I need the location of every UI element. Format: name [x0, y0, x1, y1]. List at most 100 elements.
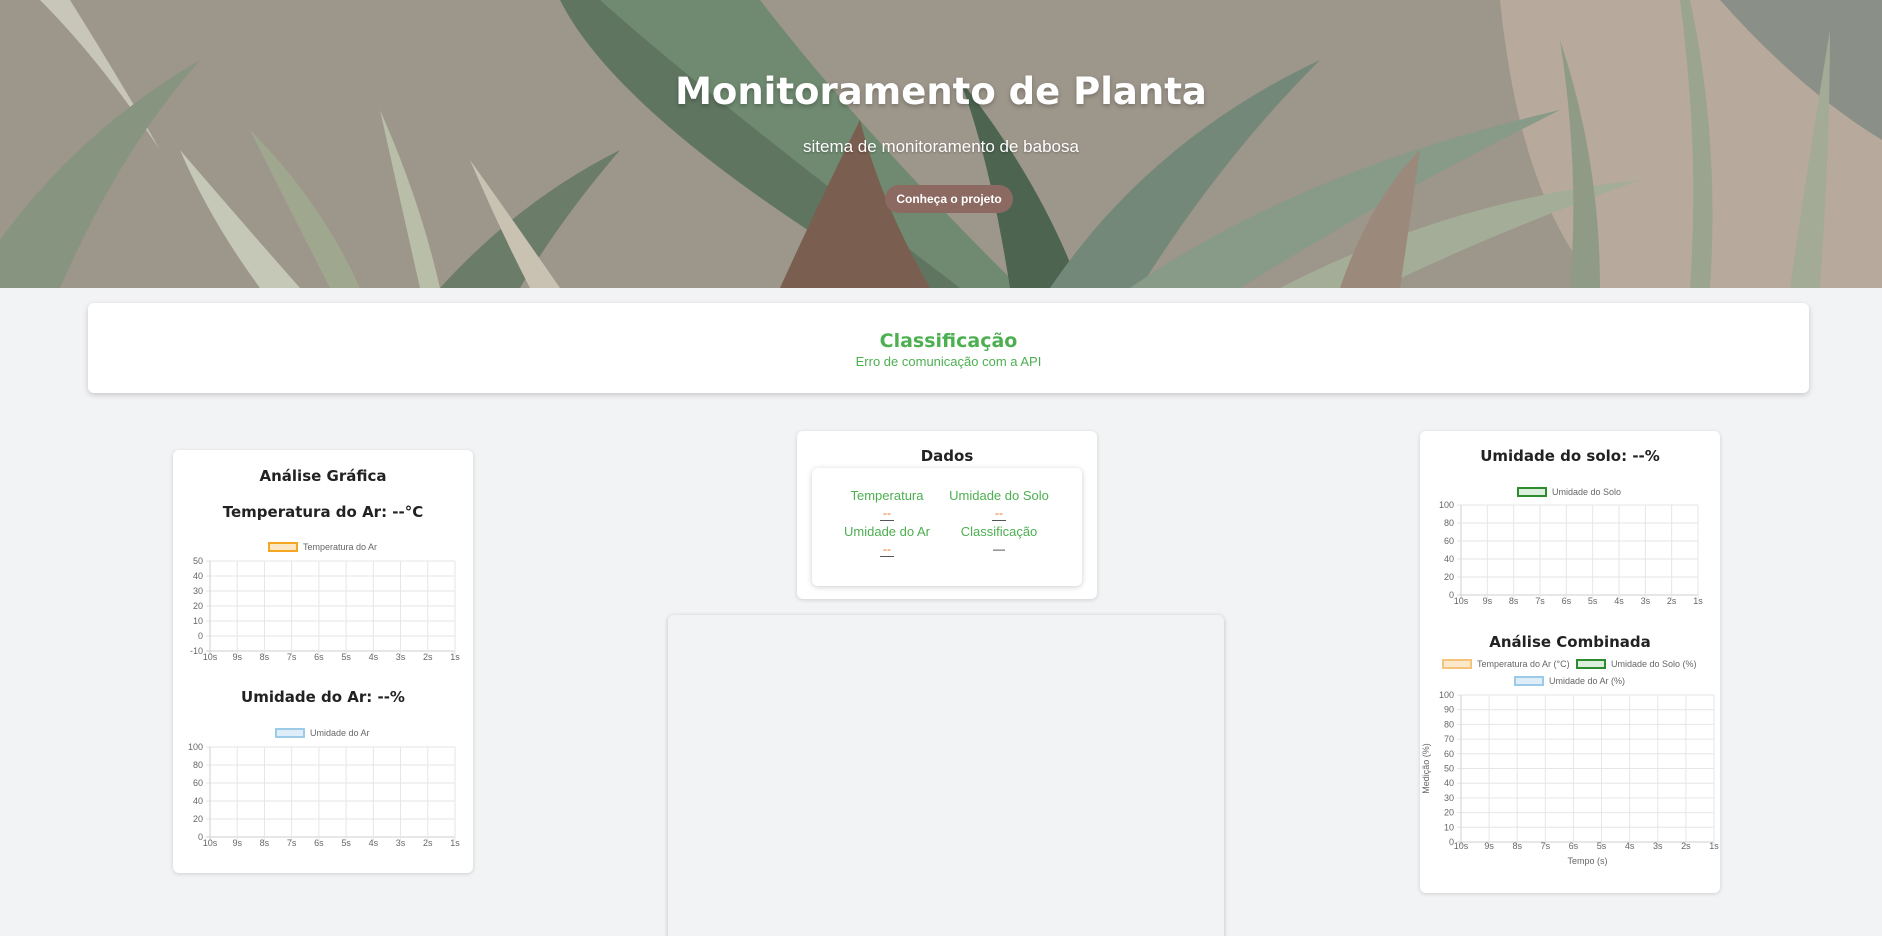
data-card: Dados Temperatura -- Umidade do Solo -- …	[797, 431, 1097, 599]
x-tick-label: 10s	[203, 838, 218, 848]
x-tick-label: 3s	[1653, 841, 1663, 851]
x-tick-label: 1s	[450, 652, 460, 662]
y-tick-label: 50	[1444, 764, 1454, 774]
x-tick-label: 8s	[1509, 596, 1519, 606]
classification-cell: Classificação —	[934, 524, 1064, 558]
soil-humidity-label: Umidade do Solo	[949, 488, 1049, 503]
empty-content-panel	[668, 615, 1224, 936]
y-tick-label: 30	[193, 586, 203, 596]
y-tick-label: 10	[193, 616, 203, 626]
temperature-chart: 50 40 30 20 10 0 -1010s 9s 8s 7s 6s 5s 4s 3s 2s 1s	[190, 556, 460, 662]
x-tick-label: 3s	[1641, 596, 1651, 606]
legend-swatch	[1576, 659, 1606, 669]
legend-swatch	[1514, 676, 1544, 686]
air-humidity-heading: Umidade do Ar: --%	[241, 688, 405, 706]
x-tick-label: 6s	[314, 652, 324, 662]
air-humidity-label: Umidade do Ar	[844, 524, 930, 539]
x-tick-label: 5s	[341, 652, 351, 662]
x-tick-label: 1s	[450, 838, 460, 848]
y-axis-title: Medição (%)	[1421, 743, 1431, 794]
y-tick-label: 40	[193, 796, 203, 806]
y-tick-label: 100	[1439, 500, 1454, 510]
data-grid: Temperatura -- Umidade do Solo -- Umidad…	[812, 468, 1082, 586]
legend-label: Umidade do Ar	[310, 728, 370, 738]
data-title: Dados	[920, 447, 974, 465]
y-tick-label: 10	[1444, 822, 1454, 832]
y-tick-label: 30	[1444, 793, 1454, 803]
chart-grid	[206, 560, 456, 655]
x-tick-label: 9s	[232, 838, 242, 848]
x-tick-label: 6s	[1562, 596, 1572, 606]
page-title: Monitoramento de Planta	[675, 70, 1207, 113]
x-tick-label: 1s	[1709, 841, 1719, 851]
y-tick-label: -10	[190, 646, 203, 656]
legend-soil[interactable]: Umidade do Solo (%)	[1576, 659, 1697, 669]
page-subtitle: sitema de monitoramento de babosa	[803, 137, 1079, 156]
x-tick-label: 10s	[203, 652, 218, 662]
legend-swatch	[1517, 487, 1547, 497]
y-tick-label: 100	[1439, 690, 1454, 700]
classification-panel: Classificação Erro de comunicação com a …	[88, 303, 1809, 393]
y-tick-label: 40	[1444, 554, 1454, 564]
x-tick-label: 9s	[232, 652, 242, 662]
x-tick-label: 5s	[1597, 841, 1607, 851]
chart-grid	[1457, 504, 1699, 599]
legend-label: Umidade do Ar (%)	[1549, 676, 1626, 686]
x-tick-label: 9s	[1484, 841, 1494, 851]
chart-grid	[206, 746, 456, 841]
x-tick-label: 4s	[1614, 596, 1624, 606]
x-tick-label: 4s	[1625, 841, 1635, 851]
y-tick-label: 60	[1444, 536, 1454, 546]
legend-label: Umidade do Solo (%)	[1611, 659, 1697, 669]
classification-title: Classificação	[879, 330, 1018, 352]
x-tick-label: 8s	[1512, 841, 1522, 851]
y-tick-label: 40	[1444, 778, 1454, 788]
legend-swatch	[1442, 659, 1472, 669]
x-tick-label: 7s	[287, 652, 297, 662]
legend-label: Temperatura do Ar	[303, 542, 378, 552]
x-tick-label: 8s	[260, 652, 270, 662]
y-tick-label: 80	[193, 760, 203, 770]
soil-humidity-chart: 10080604020010s 9s 8s 7s 6s 5s 4s 3s 2s 1s	[1439, 500, 1703, 606]
x-tick-label: 3s	[396, 652, 406, 662]
y-tick-label: 60	[1444, 749, 1454, 759]
air-humidity-legend[interactable]: Umidade do Ar	[275, 728, 370, 738]
temperature-heading: Temperatura do Ar: --°C	[222, 503, 424, 521]
x-tick-label: 10s	[1454, 596, 1469, 606]
x-tick-label: 2s	[423, 652, 433, 662]
x-tick-label: 6s	[1569, 841, 1579, 851]
classification-status-message: Erro de comunicação com a API	[855, 354, 1042, 369]
combined-chart: 1009080706050403020100 10s 9s 8s 7s 6s 5s 4s 3s 2…	[1421, 690, 1719, 866]
x-tick-label: 2s	[423, 838, 433, 848]
x-tick-label: 4s	[369, 652, 379, 662]
air-humidity-value: --	[880, 542, 894, 557]
x-tick-label: 9s	[1483, 596, 1493, 606]
x-tick-label: 5s	[1588, 596, 1598, 606]
legend-air[interactable]: Umidade do Ar (%)	[1514, 676, 1625, 686]
y-tick-label: 70	[1444, 734, 1454, 744]
classification-label: Classificação	[960, 524, 1038, 539]
legend-temperature[interactable]: Temperatura do Ar (°C)	[1442, 659, 1570, 669]
x-tick-label: 4s	[369, 838, 379, 848]
x-tick-label: 2s	[1681, 841, 1691, 851]
soil-humidity-heading: Umidade do solo: --%	[1480, 447, 1660, 465]
x-tick-label: 1s	[1693, 596, 1703, 606]
x-tick-label: 7s	[287, 838, 297, 848]
temperature-value: --	[880, 506, 894, 521]
combined-analysis-heading: Análise Combinada	[1489, 633, 1651, 651]
soil-humidity-cell: Umidade do Solo --	[934, 488, 1064, 522]
legend-label: Temperatura do Ar (°C)	[1477, 659, 1570, 669]
analysis-title: Análise Gráfica	[259, 467, 387, 485]
temperature-legend[interactable]: Temperatura do Ar	[268, 542, 377, 552]
learn-project-button[interactable]: Conheça o projeto	[885, 185, 1013, 213]
y-tick-label: 100	[188, 742, 203, 752]
temperature-label: Temperatura	[850, 488, 924, 503]
y-tick-label: 20	[193, 814, 203, 824]
x-tick-label: 7s	[1541, 841, 1551, 851]
x-axis-title: Tempo (s)	[1567, 856, 1607, 866]
x-tick-label: 7s	[1535, 596, 1545, 606]
y-tick-label: 90	[1444, 705, 1454, 715]
y-tick-label: 20	[1444, 808, 1454, 818]
soil-humidity-legend[interactable]: Umidade do Solo	[1517, 487, 1621, 497]
y-tick-label: 0	[198, 631, 203, 641]
